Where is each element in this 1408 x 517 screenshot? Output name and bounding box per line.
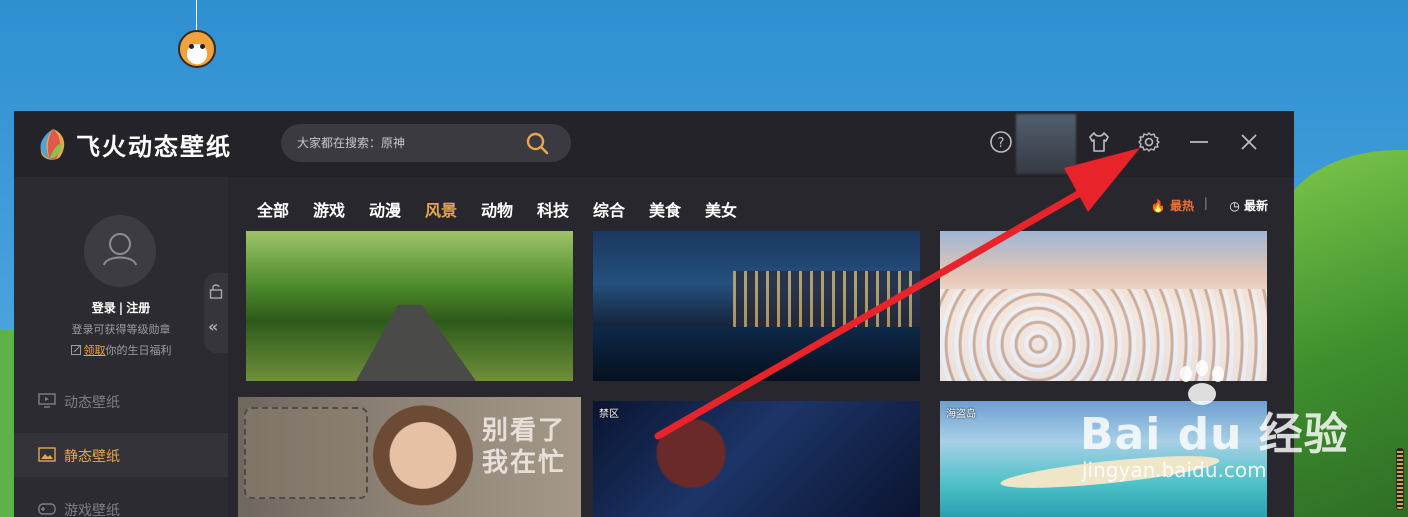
wallpaper-thumb-night-town[interactable] bbox=[593, 231, 920, 381]
app-logo-icon bbox=[40, 129, 65, 160]
clock-icon: ◷ bbox=[1229, 199, 1240, 213]
desktop-hill-right bbox=[1278, 150, 1408, 517]
sidebar-item-dynamic-wallpaper[interactable]: 动态壁纸 bbox=[14, 379, 228, 423]
sidebar-collapse-tab[interactable]: « bbox=[204, 273, 228, 353]
tab-all[interactable]: 全部 bbox=[257, 197, 289, 221]
sort-hot-button[interactable]: 🔥 最热 bbox=[1151, 197, 1194, 214]
minimize-icon[interactable] bbox=[1186, 129, 1212, 155]
placeholder-box bbox=[244, 407, 368, 499]
tab-food[interactable]: 美食 bbox=[649, 197, 681, 221]
road-shape bbox=[356, 305, 476, 381]
register-link[interactable]: 注册 bbox=[126, 301, 150, 315]
wallpaper-thumb-baby-meme[interactable]: 别看了 我在忙 bbox=[238, 397, 581, 517]
wallpaper-thumb-island[interactable]: 海盗岛 bbox=[940, 401, 1267, 517]
wallpaper-thumb-snow-forest[interactable] bbox=[940, 231, 1267, 381]
titlebar: 飞火动态壁纸 ? bbox=[14, 111, 1294, 177]
settings-gear-icon[interactable] bbox=[1136, 129, 1162, 155]
sort-new-label: 最新 bbox=[1243, 199, 1268, 213]
sidebar-item-label: 动态壁纸 bbox=[64, 395, 120, 411]
tab-anime[interactable]: 动漫 bbox=[369, 197, 401, 221]
user-avatar[interactable] bbox=[84, 215, 156, 287]
fire-icon: 🔥 bbox=[1150, 199, 1166, 213]
image-icon bbox=[38, 447, 56, 462]
gift-text: 你的生日福利 bbox=[105, 344, 172, 357]
sort-separator: | bbox=[1203, 196, 1208, 210]
sidebar-item-static-wallpaper[interactable]: 静态壁纸 bbox=[14, 433, 228, 477]
baby-image bbox=[368, 405, 478, 517]
tab-scenery[interactable]: 风景 bbox=[425, 197, 457, 221]
default-user-icon bbox=[103, 233, 137, 266]
town-lights bbox=[733, 271, 920, 327]
thumb-tag: 海盗岛 bbox=[946, 409, 976, 420]
sidebar-item-label: 游戏壁纸 bbox=[64, 503, 120, 517]
unlock-icon[interactable] bbox=[209, 283, 223, 299]
tab-beauty[interactable]: 美女 bbox=[705, 197, 737, 221]
app-title: 飞火动态壁纸 bbox=[76, 133, 232, 161]
shiba-face-icon bbox=[178, 30, 216, 68]
search-box[interactable] bbox=[281, 124, 571, 162]
user-avatar-thumbnail[interactable] bbox=[1016, 114, 1076, 174]
wallpaper-thumb-space-planet[interactable]: 禁区 bbox=[593, 401, 920, 517]
tab-general[interactable]: 综合 bbox=[593, 197, 625, 221]
sidebar-item-label: 静态壁纸 bbox=[64, 449, 120, 465]
svg-text:?: ? bbox=[998, 136, 1005, 151]
snow-trees bbox=[940, 289, 1267, 381]
edit-pen-icon bbox=[70, 345, 81, 355]
tab-game[interactable]: 游戏 bbox=[313, 197, 345, 221]
monitor-icon bbox=[38, 393, 56, 408]
tab-animal[interactable]: 动物 bbox=[481, 197, 513, 221]
tab-tech[interactable]: 科技 bbox=[537, 197, 569, 221]
sort-options: 🔥 最热 | ◷ 最新 bbox=[1151, 196, 1268, 215]
search-icon[interactable] bbox=[525, 131, 549, 155]
thumb-tag: 禁区 bbox=[599, 409, 619, 420]
sort-new-button[interactable]: ◷ 最新 bbox=[1229, 197, 1268, 214]
pet-string bbox=[196, 0, 197, 32]
skin-shirt-icon[interactable] bbox=[1086, 129, 1112, 155]
gamepad-icon bbox=[38, 503, 56, 515]
sidebar-item-game-wallpaper[interactable]: 游戏壁纸 bbox=[14, 487, 228, 517]
collapse-chevron-icon[interactable]: « bbox=[208, 317, 218, 336]
wallpaper-thumb-forest-road[interactable] bbox=[246, 231, 573, 381]
sidebar: 登录 | 注册 登录可获得等级勋章 领取你的生日福利 « 动态壁纸 静态壁纸 游… bbox=[14, 177, 228, 517]
login-separator: | bbox=[118, 301, 124, 315]
birthday-gift-line: 领取你的生日福利 bbox=[14, 342, 228, 358]
login-link[interactable]: 登录 bbox=[92, 301, 116, 315]
meme-text: 别看了 我在忙 bbox=[482, 415, 566, 479]
meme-line-1: 别看了 bbox=[482, 416, 567, 446]
lake-water bbox=[593, 327, 920, 381]
login-register-line: 登录 | 注册 bbox=[14, 299, 228, 316]
app-window: 飞火动态壁纸 ? bbox=[14, 111, 1294, 517]
sort-hot-label: 最热 bbox=[1169, 199, 1194, 213]
claim-gift-link[interactable]: 领取 bbox=[84, 344, 106, 357]
main-content: 全部 游戏 动漫 风景 动物 科技 综合 美食 美女 🔥 最热 | ◷ 最新 别… bbox=[228, 177, 1294, 517]
desktop-scroll-widget[interactable] bbox=[1396, 448, 1404, 510]
level-badge-hint: 登录可获得等级勋章 bbox=[71, 323, 171, 336]
desktop-pet-shiba[interactable] bbox=[176, 0, 218, 72]
help-icon[interactable]: ? bbox=[988, 129, 1014, 155]
close-icon[interactable] bbox=[1236, 129, 1262, 155]
beach-shape bbox=[999, 449, 1221, 495]
meme-line-2: 我在忙 bbox=[482, 448, 567, 478]
search-input[interactable] bbox=[297, 133, 517, 153]
